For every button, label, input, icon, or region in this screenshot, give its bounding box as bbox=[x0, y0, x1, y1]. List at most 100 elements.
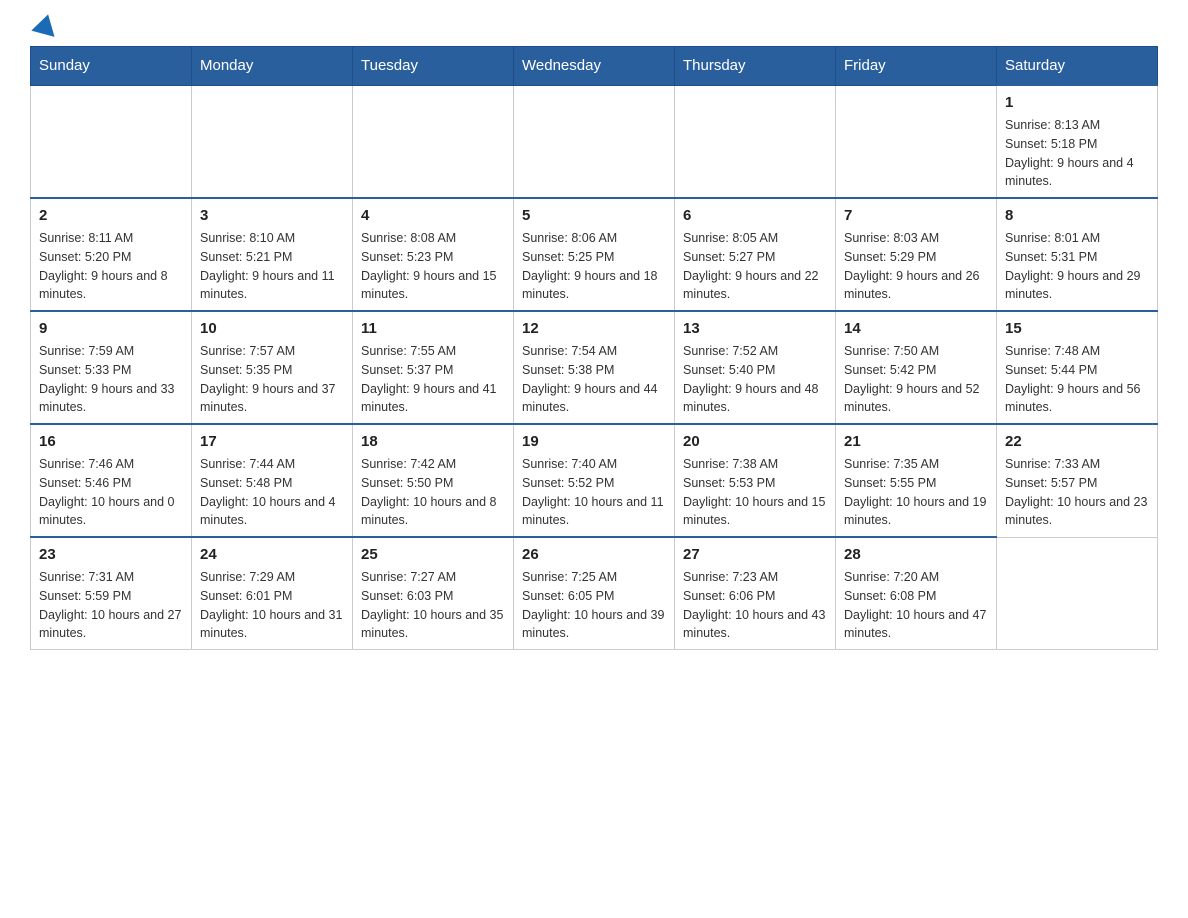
day-number: 25 bbox=[361, 544, 505, 565]
calendar-cell bbox=[675, 85, 836, 198]
calendar-cell: 13 Sunrise: 7:52 AM Sunset: 5:40 PM Dayli… bbox=[675, 311, 836, 424]
day-info: Sunrise: 7:38 AM Sunset: 5:53 PM Dayligh… bbox=[683, 455, 827, 530]
day-info: Sunrise: 7:20 AM Sunset: 6:08 PM Dayligh… bbox=[844, 568, 988, 643]
day-info: Sunrise: 8:03 AM Sunset: 5:29 PM Dayligh… bbox=[844, 229, 988, 304]
calendar-table: SundayMondayTuesdayWednesdayThursdayFrid… bbox=[30, 46, 1158, 650]
day-number: 18 bbox=[361, 431, 505, 452]
day-info: Sunrise: 7:52 AM Sunset: 5:40 PM Dayligh… bbox=[683, 342, 827, 417]
calendar-cell: 16 Sunrise: 7:46 AM Sunset: 5:46 PM Dayli… bbox=[31, 424, 192, 537]
calendar-cell: 3Sunrise: 8:10 AM Sunset: 5:21 PM Daylig… bbox=[192, 198, 353, 311]
day-number: 28 bbox=[844, 544, 988, 565]
day-info: Sunrise: 7:23 AM Sunset: 6:06 PM Dayligh… bbox=[683, 568, 827, 643]
calendar-cell: 17 Sunrise: 7:44 AM Sunset: 5:48 PM Dayli… bbox=[192, 424, 353, 537]
day-number: 9 bbox=[39, 318, 183, 339]
day-number: 22 bbox=[1005, 431, 1149, 452]
weekday-header-saturday: Saturday bbox=[997, 47, 1158, 86]
calendar-cell: 9 Sunrise: 7:59 AM Sunset: 5:33 PM Daylig… bbox=[31, 311, 192, 424]
day-info: Sunrise: 7:59 AM Sunset: 5:33 PM Dayligh… bbox=[39, 342, 183, 417]
day-number: 14 bbox=[844, 318, 988, 339]
day-info: Sunrise: 7:29 AM Sunset: 6:01 PM Dayligh… bbox=[200, 568, 344, 643]
calendar-cell: 18Sunrise: 7:42 AM Sunset: 5:50 PM Dayli… bbox=[353, 424, 514, 537]
day-info: Sunrise: 7:25 AM Sunset: 6:05 PM Dayligh… bbox=[522, 568, 666, 643]
day-number: 12 bbox=[522, 318, 666, 339]
day-number: 24 bbox=[200, 544, 344, 565]
calendar-cell: 1 Sunrise: 8:13 AM Sunset: 5:18 PM Daylig… bbox=[997, 85, 1158, 198]
calendar-cell: 5 Sunrise: 8:06 AM Sunset: 5:25 PM Daylig… bbox=[514, 198, 675, 311]
day-number: 26 bbox=[522, 544, 666, 565]
calendar-cell: 15 Sunrise: 7:48 AM Sunset: 5:44 PM Dayli… bbox=[997, 311, 1158, 424]
calendar-cell: 12 Sunrise: 7:54 AM Sunset: 5:38 PM Dayli… bbox=[514, 311, 675, 424]
calendar-cell: 23 Sunrise: 7:31 AM Sunset: 5:59 PM Dayli… bbox=[31, 537, 192, 650]
day-info: Sunrise: 7:33 AM Sunset: 5:57 PM Dayligh… bbox=[1005, 455, 1149, 530]
calendar-cell: 22 Sunrise: 7:33 AM Sunset: 5:57 PM Dayli… bbox=[997, 424, 1158, 537]
day-info: Sunrise: 7:48 AM Sunset: 5:44 PM Dayligh… bbox=[1005, 342, 1149, 417]
day-number: 20 bbox=[683, 431, 827, 452]
weekday-header-thursday: Thursday bbox=[675, 47, 836, 86]
day-number: 8 bbox=[1005, 205, 1149, 226]
calendar-week-row: 23 Sunrise: 7:31 AM Sunset: 5:59 PM Dayli… bbox=[31, 537, 1158, 650]
day-info: Sunrise: 8:10 AM Sunset: 5:21 PM Dayligh… bbox=[200, 229, 344, 304]
calendar-header-row: SundayMondayTuesdayWednesdayThursdayFrid… bbox=[31, 47, 1158, 86]
day-info: Sunrise: 7:35 AM Sunset: 5:55 PM Dayligh… bbox=[844, 455, 988, 530]
logo-triangle-icon bbox=[31, 12, 59, 40]
day-number: 5 bbox=[522, 205, 666, 226]
day-number: 10 bbox=[200, 318, 344, 339]
weekday-header-friday: Friday bbox=[836, 47, 997, 86]
calendar-cell: 21 Sunrise: 7:35 AM Sunset: 5:55 PM Dayli… bbox=[836, 424, 997, 537]
day-number: 1 bbox=[1005, 92, 1149, 113]
calendar-cell: 8 Sunrise: 8:01 AM Sunset: 5:31 PM Daylig… bbox=[997, 198, 1158, 311]
calendar-week-row: 16 Sunrise: 7:46 AM Sunset: 5:46 PM Dayli… bbox=[31, 424, 1158, 537]
page-header bbox=[30, 20, 1158, 36]
day-number: 11 bbox=[361, 318, 505, 339]
calendar-cell: 10Sunrise: 7:57 AM Sunset: 5:35 PM Dayli… bbox=[192, 311, 353, 424]
calendar-cell: 24 Sunrise: 7:29 AM Sunset: 6:01 PM Dayli… bbox=[192, 537, 353, 650]
day-number: 21 bbox=[844, 431, 988, 452]
day-number: 7 bbox=[844, 205, 988, 226]
day-number: 16 bbox=[39, 431, 183, 452]
calendar-cell: 20 Sunrise: 7:38 AM Sunset: 5:53 PM Dayli… bbox=[675, 424, 836, 537]
calendar-week-row: 1 Sunrise: 8:13 AM Sunset: 5:18 PM Daylig… bbox=[31, 85, 1158, 198]
calendar-cell: 6 Sunrise: 8:05 AM Sunset: 5:27 PM Daylig… bbox=[675, 198, 836, 311]
calendar-week-row: 2Sunrise: 8:11 AM Sunset: 5:20 PM Daylig… bbox=[31, 198, 1158, 311]
day-info: Sunrise: 7:40 AM Sunset: 5:52 PM Dayligh… bbox=[522, 455, 666, 530]
calendar-cell bbox=[997, 537, 1158, 650]
day-number: 13 bbox=[683, 318, 827, 339]
day-number: 2 bbox=[39, 205, 183, 226]
calendar-cell: 19 Sunrise: 7:40 AM Sunset: 5:52 PM Dayli… bbox=[514, 424, 675, 537]
logo bbox=[30, 20, 59, 36]
day-number: 23 bbox=[39, 544, 183, 565]
calendar-cell bbox=[514, 85, 675, 198]
calendar-cell: 4Sunrise: 8:08 AM Sunset: 5:23 PM Daylig… bbox=[353, 198, 514, 311]
day-number: 27 bbox=[683, 544, 827, 565]
calendar-cell: 25 Sunrise: 7:27 AM Sunset: 6:03 PM Dayli… bbox=[353, 537, 514, 650]
day-info: Sunrise: 8:13 AM Sunset: 5:18 PM Dayligh… bbox=[1005, 116, 1149, 191]
calendar-cell: 27 Sunrise: 7:23 AM Sunset: 6:06 PM Dayli… bbox=[675, 537, 836, 650]
weekday-header-wednesday: Wednesday bbox=[514, 47, 675, 86]
calendar-cell: 28 Sunrise: 7:20 AM Sunset: 6:08 PM Dayli… bbox=[836, 537, 997, 650]
day-info: Sunrise: 8:01 AM Sunset: 5:31 PM Dayligh… bbox=[1005, 229, 1149, 304]
calendar-cell bbox=[353, 85, 514, 198]
weekday-header-monday: Monday bbox=[192, 47, 353, 86]
day-number: 6 bbox=[683, 205, 827, 226]
calendar-cell: 2Sunrise: 8:11 AM Sunset: 5:20 PM Daylig… bbox=[31, 198, 192, 311]
calendar-cell: 11Sunrise: 7:55 AM Sunset: 5:37 PM Dayli… bbox=[353, 311, 514, 424]
day-info: Sunrise: 7:54 AM Sunset: 5:38 PM Dayligh… bbox=[522, 342, 666, 417]
day-info: Sunrise: 7:46 AM Sunset: 5:46 PM Dayligh… bbox=[39, 455, 183, 530]
calendar-cell: 26 Sunrise: 7:25 AM Sunset: 6:05 PM Dayli… bbox=[514, 537, 675, 650]
day-info: Sunrise: 7:31 AM Sunset: 5:59 PM Dayligh… bbox=[39, 568, 183, 643]
weekday-header-tuesday: Tuesday bbox=[353, 47, 514, 86]
calendar-cell: 7 Sunrise: 8:03 AM Sunset: 5:29 PM Daylig… bbox=[836, 198, 997, 311]
calendar-cell bbox=[31, 85, 192, 198]
calendar-week-row: 9 Sunrise: 7:59 AM Sunset: 5:33 PM Daylig… bbox=[31, 311, 1158, 424]
day-info: Sunrise: 7:50 AM Sunset: 5:42 PM Dayligh… bbox=[844, 342, 988, 417]
day-info: Sunrise: 8:06 AM Sunset: 5:25 PM Dayligh… bbox=[522, 229, 666, 304]
day-number: 15 bbox=[1005, 318, 1149, 339]
day-info: Sunrise: 8:08 AM Sunset: 5:23 PM Dayligh… bbox=[361, 229, 505, 304]
calendar-cell bbox=[192, 85, 353, 198]
day-info: Sunrise: 7:27 AM Sunset: 6:03 PM Dayligh… bbox=[361, 568, 505, 643]
day-number: 19 bbox=[522, 431, 666, 452]
day-info: Sunrise: 7:44 AM Sunset: 5:48 PM Dayligh… bbox=[200, 455, 344, 530]
weekday-header-sunday: Sunday bbox=[31, 47, 192, 86]
day-info: Sunrise: 8:05 AM Sunset: 5:27 PM Dayligh… bbox=[683, 229, 827, 304]
day-number: 17 bbox=[200, 431, 344, 452]
